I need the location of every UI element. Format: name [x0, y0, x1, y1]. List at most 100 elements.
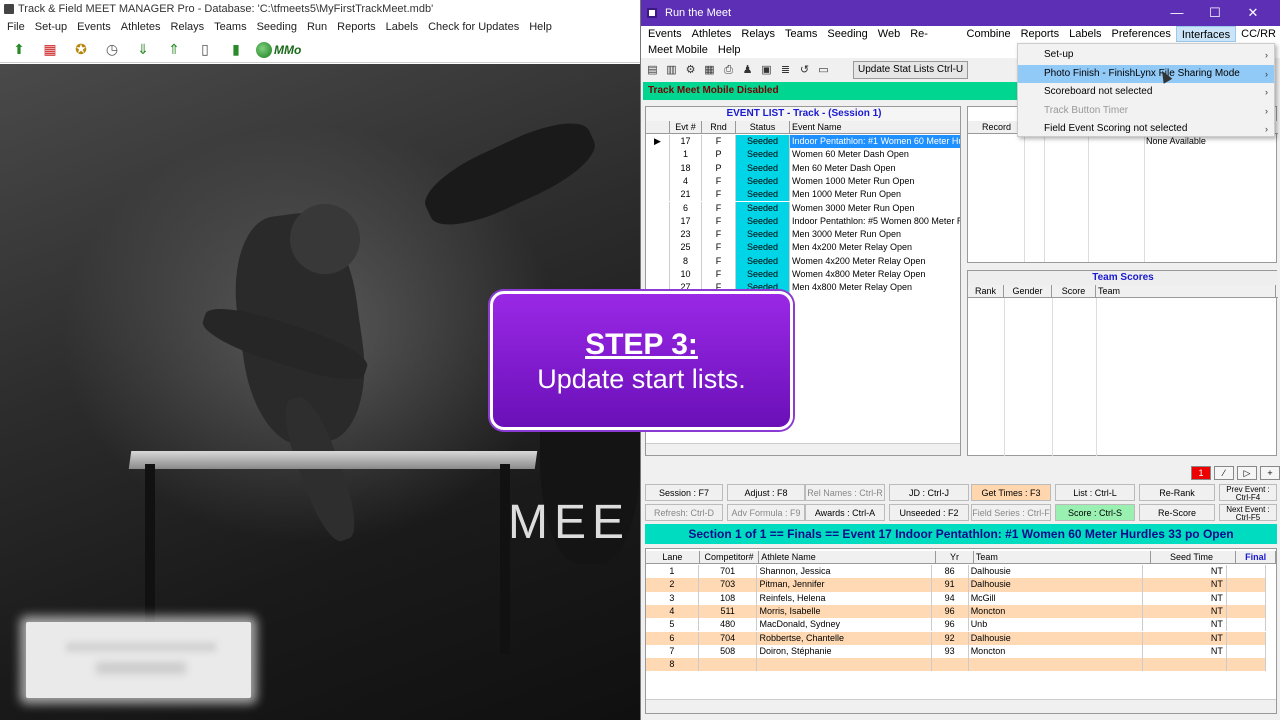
app-menu-teams[interactable]: Teams: [209, 18, 251, 36]
meet-mobile-button[interactable]: MMo: [256, 41, 301, 58]
dropdown-item-field-event-scoring-not-selected[interactable]: Field Event Scoring not selected ›: [1018, 120, 1274, 138]
col-team[interactable]: Team: [974, 551, 1151, 563]
printer-icon[interactable]: ⎙: [721, 63, 736, 78]
button-rel-names-ctrl-r[interactable]: Rel Names : Ctrl-R: [805, 484, 885, 501]
button-prev-event-ctrl-f4[interactable]: Prev Event : Ctrl-F4: [1219, 484, 1277, 501]
nav-button-edit[interactable]: ⁄: [1214, 466, 1234, 480]
final-time[interactable]: [1227, 618, 1266, 632]
button-jd-ctrl-j[interactable]: JD : Ctrl-J: [889, 484, 969, 501]
col-lane[interactable]: Lane: [646, 551, 700, 563]
button-next-event-ctrl-f5[interactable]: Next Event : Ctrl-F5: [1219, 504, 1277, 521]
lane-row[interactable]: 4 511 Morris, Isabelle 96 Moncton NT: [646, 604, 1266, 619]
dropdown-item-set-up[interactable]: Set-up ›: [1018, 46, 1274, 64]
menu-labels[interactable]: Labels: [1064, 26, 1106, 42]
bike-icon[interactable]: ⚙: [683, 63, 698, 78]
update-stat-lists-button[interactable]: Update Stat Lists Ctrl-U: [853, 61, 969, 79]
button-adjust-f8[interactable]: Adjust : F8: [727, 484, 805, 501]
menu-combine[interactable]: Combine: [962, 26, 1016, 42]
menu-events[interactable]: Events: [643, 26, 687, 42]
app-menu-labels[interactable]: Labels: [381, 18, 423, 36]
event-row[interactable]: 6 F Seeded Women 3000 Meter Run Open: [646, 201, 960, 215]
button-list-ctrl-l[interactable]: List : Ctrl-L: [1055, 484, 1135, 501]
app-menu-seeding[interactable]: Seeding: [252, 18, 302, 36]
event-list-hscroll[interactable]: [646, 443, 960, 455]
grid-icon[interactable]: ▤: [645, 63, 660, 78]
app-menu-events[interactable]: Events: [72, 18, 116, 36]
import-icon[interactable]: ⇓: [132, 39, 154, 61]
final-time[interactable]: [1227, 565, 1266, 579]
button-field-series-ctrl-f[interactable]: Field Series : Ctrl-F: [971, 504, 1051, 521]
scoreboard-icon[interactable]: ▣: [759, 63, 774, 78]
menu-meet-mobile[interactable]: Meet Mobile: [643, 42, 713, 58]
col-rank[interactable]: Rank: [968, 285, 1004, 297]
col-team[interactable]: Team: [1096, 285, 1276, 297]
lane-row[interactable]: 1 701 Shannon, Jessica 86 Dalhousie NT: [646, 565, 1266, 579]
app-menu-help[interactable]: Help: [524, 18, 557, 36]
col-final[interactable]: Final: [1236, 551, 1277, 563]
event-row[interactable]: ▶ 17 F Seeded Indoor Pentathlon: #1 Women 60…: [646, 135, 960, 149]
event-row[interactable]: 21 F Seeded Men 1000 Meter Run Open: [646, 188, 960, 202]
minimize-icon[interactable]: —: [1158, 0, 1196, 26]
open-database-icon[interactable]: ⬆: [8, 39, 30, 61]
lane-row[interactable]: 2 703 Pitman, Jennifer 91 Dalhousie NT: [646, 578, 1266, 592]
nav-button-first[interactable]: 1: [1191, 466, 1211, 480]
col-yr[interactable]: Yr: [936, 551, 974, 563]
lane-row[interactable]: 6 704 Robbertse, Chantelle 92 Dalhousie NT: [646, 631, 1266, 645]
document-icon[interactable]: ▯: [194, 39, 216, 61]
menu-interfaces[interactable]: Interfaces: [1175, 26, 1237, 42]
lanes-hscroll[interactable]: [646, 699, 1276, 713]
export-icon[interactable]: ⇑: [163, 39, 185, 61]
calendar-icon[interactable]: ▦: [39, 39, 61, 61]
nav-button-add[interactable]: +: [1260, 466, 1280, 480]
stopwatch-icon[interactable]: ◷: [101, 39, 123, 61]
button-get-times-f3[interactable]: Get Times : F3: [971, 484, 1051, 501]
button-session-f7[interactable]: Session : F7: [645, 484, 723, 501]
menu-athletes[interactable]: Athletes: [687, 26, 737, 42]
menu-cc-rr[interactable]: CC/RR: [1236, 26, 1280, 42]
exit-door-icon[interactable]: ▮: [225, 39, 247, 61]
dropdown-item-photo-finish-finishlynx-file-sharing-mode[interactable]: Photo Finish - FinishLynx File Sharing M…: [1018, 64, 1274, 83]
app-menu-file[interactable]: File: [2, 18, 30, 36]
button-adv-formula-f9[interactable]: Adv Formula : F9: [727, 504, 805, 521]
col-rnd[interactable]: Rnd: [702, 121, 736, 133]
event-row[interactable]: 1 P Seeded Women 60 Meter Dash Open: [646, 148, 960, 162]
app-menu-relays[interactable]: Relays: [166, 18, 210, 36]
menu-preferences[interactable]: Preferences: [1107, 26, 1176, 42]
list-icon[interactable]: ≣: [778, 63, 793, 78]
menu-teams[interactable]: Teams: [780, 26, 822, 42]
button-refresh-ctrl-d[interactable]: Refresh: Ctrl-D: [645, 504, 723, 521]
button-re-rank[interactable]: Re-Rank: [1139, 484, 1215, 501]
app-menu-set-up[interactable]: Set-up: [30, 18, 72, 36]
event-row[interactable]: 23 F Seeded Men 3000 Meter Run Open: [646, 228, 960, 242]
app-menu-check-for-updates[interactable]: Check for Updates: [423, 18, 524, 36]
app-menu-run[interactable]: Run: [302, 18, 332, 36]
final-time[interactable]: [1227, 631, 1266, 645]
final-time[interactable]: [1227, 604, 1266, 619]
col-event-name[interactable]: Event Name: [790, 121, 960, 133]
event-row[interactable]: 17 F Seeded Indoor Pentathlon: #5 Women 800…: [646, 214, 960, 229]
medal-icon[interactable]: ✪: [70, 39, 92, 61]
col-score[interactable]: Score: [1052, 285, 1096, 297]
button-unseeded-f2[interactable]: Unseeded : F2: [889, 504, 969, 521]
event-row[interactable]: 8 F Seeded Women 4x200 Meter Relay Open: [646, 254, 960, 268]
close-icon[interactable]: ✕: [1234, 0, 1272, 26]
chart-icon[interactable]: ▥: [664, 63, 679, 78]
final-time[interactable]: [1227, 658, 1266, 672]
seed-icon[interactable]: ▦: [702, 63, 717, 78]
menu-help[interactable]: Help: [713, 42, 746, 58]
menu-seeding[interactable]: Seeding: [822, 26, 872, 42]
menu-reports[interactable]: Reports: [1016, 26, 1065, 42]
col-evt[interactable]: Evt #: [670, 121, 702, 133]
maximize-icon[interactable]: ☐: [1196, 0, 1234, 26]
button-score-ctrl-s[interactable]: Score : Ctrl-S: [1055, 504, 1135, 521]
person-icon[interactable]: ♟: [740, 63, 755, 78]
event-row[interactable]: 25 F Seeded Men 4x200 Meter Relay Open: [646, 241, 960, 255]
menu-web[interactable]: Web: [873, 26, 905, 42]
button-re-score[interactable]: Re-Score: [1139, 504, 1215, 521]
nav-button-next[interactable]: ▷: [1237, 466, 1257, 480]
lane-row[interactable]: 7 508 Doiron, Stéphanie 93 Moncton NT: [646, 644, 1266, 659]
col-competitor[interactable]: Competitor#: [700, 551, 760, 563]
app-menu-athletes[interactable]: Athletes: [116, 18, 166, 36]
col-seed-time[interactable]: Seed Time: [1151, 551, 1237, 563]
event-row[interactable]: 18 P Seeded Men 60 Meter Dash Open: [646, 161, 960, 175]
